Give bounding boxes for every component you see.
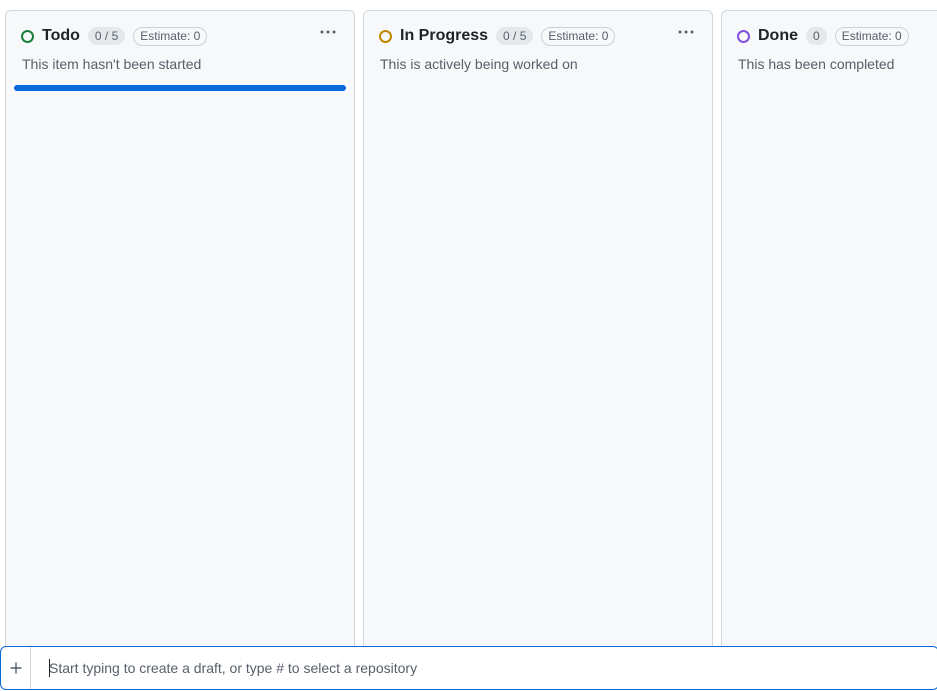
column-title: In Progress xyxy=(400,27,489,44)
in-progress-status-circle-icon xyxy=(379,29,392,43)
column-header: In Progress 0 / 5 Estimate: 0 xyxy=(379,25,697,47)
add-item-bar xyxy=(0,646,937,690)
estimate-badge: Estimate: 0 xyxy=(834,26,909,46)
column-description: This item hasn't been started xyxy=(22,56,202,72)
column-in-progress: In Progress 0 / 5 Estimate: 0 This is ac… xyxy=(363,10,713,670)
kebab-horizontal-icon xyxy=(320,30,336,34)
done-status-circle-icon xyxy=(737,29,750,43)
estimate-badge: Estimate: 0 xyxy=(541,26,616,46)
column-menu-button[interactable] xyxy=(673,20,699,44)
column-menu-button[interactable] xyxy=(315,20,341,44)
column-done: Done 0 Estimate: 0 This has been complet… xyxy=(721,10,937,670)
todo-status-circle-icon xyxy=(21,29,34,43)
item-count-badge: 0 xyxy=(806,27,827,45)
plus-icon xyxy=(10,662,21,674)
column-title: Todo xyxy=(42,27,80,44)
column-todo: Todo 0 / 5 Estimate: 0 This item hasn't … xyxy=(5,10,355,670)
column-description: This has been completed xyxy=(738,56,895,72)
column-title: Done xyxy=(758,27,798,44)
drop-indicator xyxy=(14,85,346,91)
add-item-button[interactable] xyxy=(1,647,31,689)
kebab-horizontal-icon xyxy=(678,30,694,34)
item-count-badge: 0 / 5 xyxy=(496,27,534,45)
column-header: Todo 0 / 5 Estimate: 0 xyxy=(21,25,339,47)
item-count-badge: 0 / 5 xyxy=(87,27,126,45)
estimate-badge: Estimate: 0 xyxy=(133,26,208,46)
project-board: Todo 0 / 5 Estimate: 0 This item hasn't … xyxy=(0,0,937,691)
add-item-input[interactable] xyxy=(31,647,937,689)
column-description: This is actively being worked on xyxy=(380,56,578,72)
text-caret xyxy=(49,659,50,677)
column-header: Done 0 Estimate: 0 xyxy=(737,25,935,47)
